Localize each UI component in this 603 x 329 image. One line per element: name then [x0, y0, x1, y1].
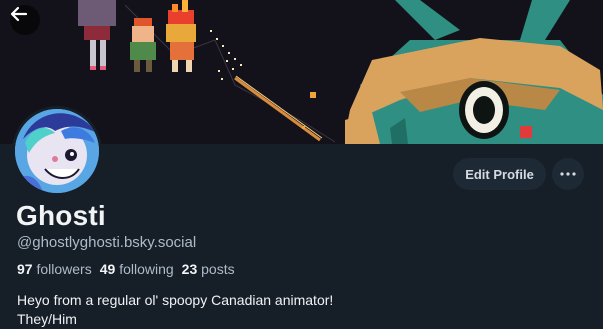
- posts-label: posts: [201, 261, 235, 277]
- bio-line: Heyo from a regular ol' spoopy Canadian …: [17, 292, 334, 308]
- profile-bio: Heyo from a regular ol' spoopy Canadian …: [17, 291, 333, 329]
- edit-profile-button[interactable]: Edit Profile: [453, 158, 546, 190]
- bio-pronouns: They/Him: [17, 311, 77, 327]
- more-options-button[interactable]: [552, 158, 584, 190]
- back-button[interactable]: [10, 5, 40, 35]
- following-link[interactable]: 49 following: [100, 261, 174, 277]
- following-count: 49: [99, 261, 116, 277]
- arrow-left-icon: [10, 6, 28, 22]
- followers-label: followers: [36, 261, 92, 277]
- followers-link[interactable]: 97 followers: [17, 261, 92, 277]
- ellipsis-icon: [560, 172, 576, 176]
- followers-count: 97: [17, 261, 33, 277]
- posts-count: 23: [181, 261, 198, 277]
- profile-stats: 97 followers 49 following 23 posts: [17, 261, 235, 277]
- avatar-image: [15, 109, 99, 193]
- profile-handle: @ghostlyghosti.bsky.social: [17, 234, 197, 251]
- posts-stat: 23 posts: [182, 261, 235, 277]
- following-label: following: [119, 261, 174, 277]
- avatar[interactable]: [12, 106, 102, 196]
- display-name: Ghosti: [16, 200, 106, 231]
